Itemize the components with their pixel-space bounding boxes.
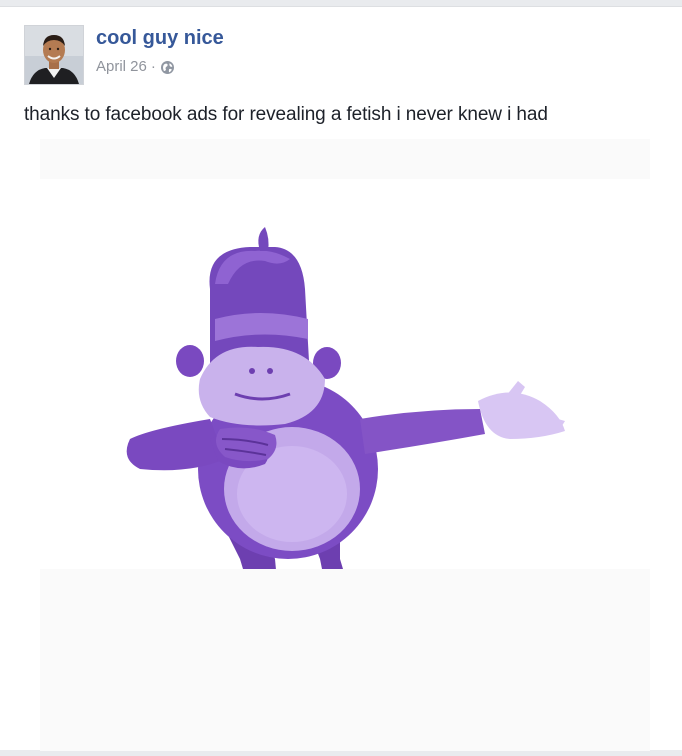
author-name-link[interactable]: cool guy nice [96,27,224,50]
post-date-link[interactable]: April 26 [96,58,147,75]
meta-separator: · [150,58,156,75]
globe-icon[interactable] [160,60,175,75]
author-avatar[interactable] [24,25,84,85]
image-background [40,569,650,751]
feed-post: cool guy nice April 26 · thanks to faceb… [0,6,682,751]
post-meta: April 26 · [96,58,175,75]
post-text: thanks to facebook ads for revealing a f… [24,104,548,125]
image-background [40,139,650,179]
post-image[interactable] [40,139,650,751]
avatar-photo [25,26,83,84]
